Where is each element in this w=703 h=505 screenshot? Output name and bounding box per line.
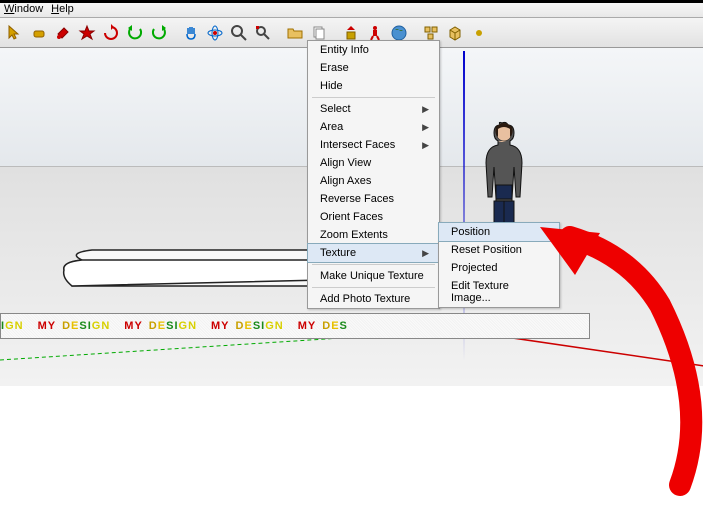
- tool-dot-icon[interactable]: [468, 22, 490, 44]
- menu-select[interactable]: Select▶: [308, 100, 439, 118]
- menu-intersect-faces[interactable]: Intersect Faces▶: [308, 136, 439, 154]
- chevron-right-icon: ▶: [422, 248, 429, 259]
- tool-eraser-icon[interactable]: [28, 22, 50, 44]
- menu-zoom-extents[interactable]: Zoom Extents: [308, 226, 439, 244]
- menu-add-photo-texture[interactable]: Add Photo Texture: [308, 290, 439, 308]
- tool-pan-icon[interactable]: [180, 22, 202, 44]
- extruded-shape: [62, 248, 327, 304]
- tool-rotate-icon[interactable]: [100, 22, 122, 44]
- menu-make-unique-texture[interactable]: Make Unique Texture: [308, 267, 439, 285]
- menu-erase[interactable]: Erase: [308, 59, 439, 77]
- submenu-projected[interactable]: Projected: [439, 259, 559, 277]
- chevron-right-icon: ▶: [422, 122, 429, 133]
- tool-undo-icon[interactable]: [124, 22, 146, 44]
- menu-window[interactable]: Window: [4, 3, 43, 15]
- tool-paint-icon[interactable]: [52, 22, 74, 44]
- tool-redo-icon[interactable]: [148, 22, 170, 44]
- tool-folder-icon[interactable]: [284, 22, 306, 44]
- tool-zoom-extents-icon[interactable]: [252, 22, 274, 44]
- chevron-right-icon: ▶: [422, 140, 429, 151]
- menu-align-view[interactable]: Align View: [308, 154, 439, 172]
- submenu-position[interactable]: Position: [438, 222, 560, 242]
- context-menu: Entity Info Erase Hide Select▶ Area▶ Int…: [307, 40, 440, 309]
- menu-texture[interactable]: Texture▶: [307, 243, 440, 263]
- submenu-edit-texture-image[interactable]: Edit Texture Image...: [439, 277, 559, 307]
- menu-entity-info[interactable]: Entity Info: [308, 41, 439, 59]
- menu-reverse-faces[interactable]: Reverse Faces: [308, 190, 439, 208]
- menu-help[interactable]: Help: [51, 3, 74, 15]
- chevron-right-icon: ▶: [422, 104, 429, 115]
- tool-cube-icon[interactable]: [444, 22, 466, 44]
- menu-orient-faces[interactable]: Orient Faces: [308, 208, 439, 226]
- texture-banner: IGN MYDESIGN MYDESIGN MYDESIGN MYDES: [0, 313, 590, 339]
- menu-area[interactable]: Area▶: [308, 118, 439, 136]
- tool-zoom-icon[interactable]: [228, 22, 250, 44]
- tool-star-icon[interactable]: [76, 22, 98, 44]
- texture-submenu: Position Reset Position Projected Edit T…: [438, 222, 560, 308]
- submenu-reset-position[interactable]: Reset Position: [439, 241, 559, 259]
- menu-hide[interactable]: Hide: [308, 77, 439, 95]
- tool-select-icon[interactable]: [4, 22, 26, 44]
- menu-align-axes[interactable]: Align Axes: [308, 172, 439, 190]
- tool-orbit-icon[interactable]: [204, 22, 226, 44]
